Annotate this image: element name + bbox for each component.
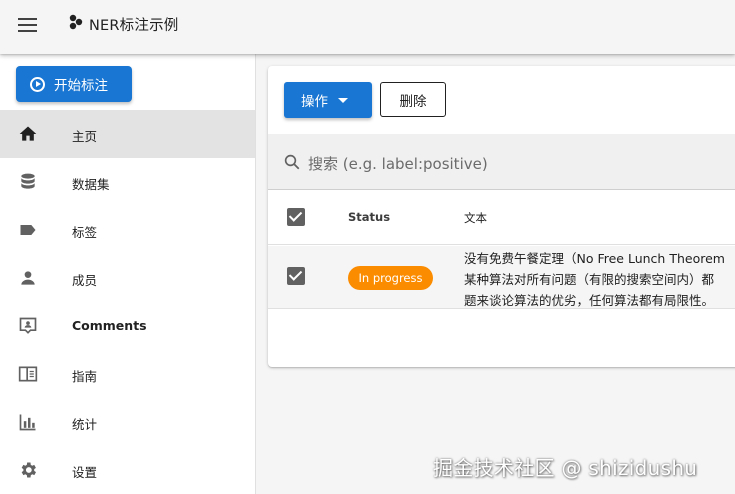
table-header: Status 文本 [268, 191, 735, 245]
app-title: NER标注示例 [89, 18, 179, 34]
label-tag-icon [20, 225, 36, 235]
play-circle-icon [30, 76, 45, 92]
book-open-icon [18, 366, 38, 382]
column-header-text[interactable]: 文本 [464, 210, 487, 226]
row-text-line: 题来谈论算法的优劣，任何算法都有局限性。 [464, 293, 715, 308]
bar-chart-icon [19, 414, 36, 431]
sidebar-item-comments[interactable]: Comments [0, 302, 255, 350]
sidebar-item-guide[interactable]: 指南 [0, 350, 255, 398]
gear-icon [21, 462, 36, 478]
sidebar-item-labels[interactable]: 标签 [0, 206, 255, 254]
sidebar-item-dataset[interactable]: 数据集 [0, 158, 255, 206]
hamburger-menu-icon[interactable] [17, 14, 39, 36]
watermark: 掘金技术社区 @ shizidushu [433, 456, 698, 480]
actions-menu-button[interactable]: 操作 [284, 82, 372, 118]
row-text-line: 没有免费午餐定理（No Free Lunch Theorem [464, 251, 725, 266]
sidebar-item-settings[interactable]: 设置 [0, 446, 255, 494]
logo-dots-icon [69, 14, 83, 30]
sidebar-item-statistics[interactable]: 统计 [0, 398, 255, 446]
row-text-cell: 没有免费午餐定理（No Free Lunch Theorem 某种算法对所有问题… [464, 248, 735, 311]
database-icon [21, 173, 35, 189]
caret-down-icon [338, 97, 348, 103]
sidebar-item-home[interactable]: 主页 [0, 110, 255, 158]
row-checkbox[interactable] [287, 267, 305, 285]
sidebar-item-members[interactable]: 成员 [0, 254, 255, 302]
search-placeholder: 搜索 (e.g. label:positive) [308, 155, 488, 173]
row-text-line: 某种算法对所有问题（有限的搜索空间内）都 [464, 272, 715, 287]
comment-account-icon [19, 317, 37, 334]
app-bar: NER标注示例 [0, 0, 735, 54]
table-row[interactable]: In progress 没有免费午餐定理（No Free Lunch Theor… [268, 246, 735, 309]
dataset-card: 操作 删除 搜索 (e.g. label:positive) Status 文本… [268, 66, 735, 367]
person-icon [21, 271, 35, 285]
delete-button[interactable]: 删除 [380, 82, 446, 117]
search-input[interactable]: 搜索 (e.g. label:positive) [268, 134, 735, 190]
sidebar: 开始标注 主页 数据集 标签 成员 Comments 指南 统计 设置 [0, 54, 256, 494]
start-annotation-button[interactable]: 开始标注 [16, 66, 132, 102]
home-icon [19, 126, 37, 141]
column-header-status[interactable]: Status [348, 210, 390, 224]
search-icon [284, 154, 300, 170]
select-all-checkbox[interactable] [287, 208, 305, 226]
status-badge: In progress [348, 266, 433, 290]
sidebar-nav: 主页 数据集 标签 成员 Comments 指南 统计 设置 [0, 110, 255, 494]
